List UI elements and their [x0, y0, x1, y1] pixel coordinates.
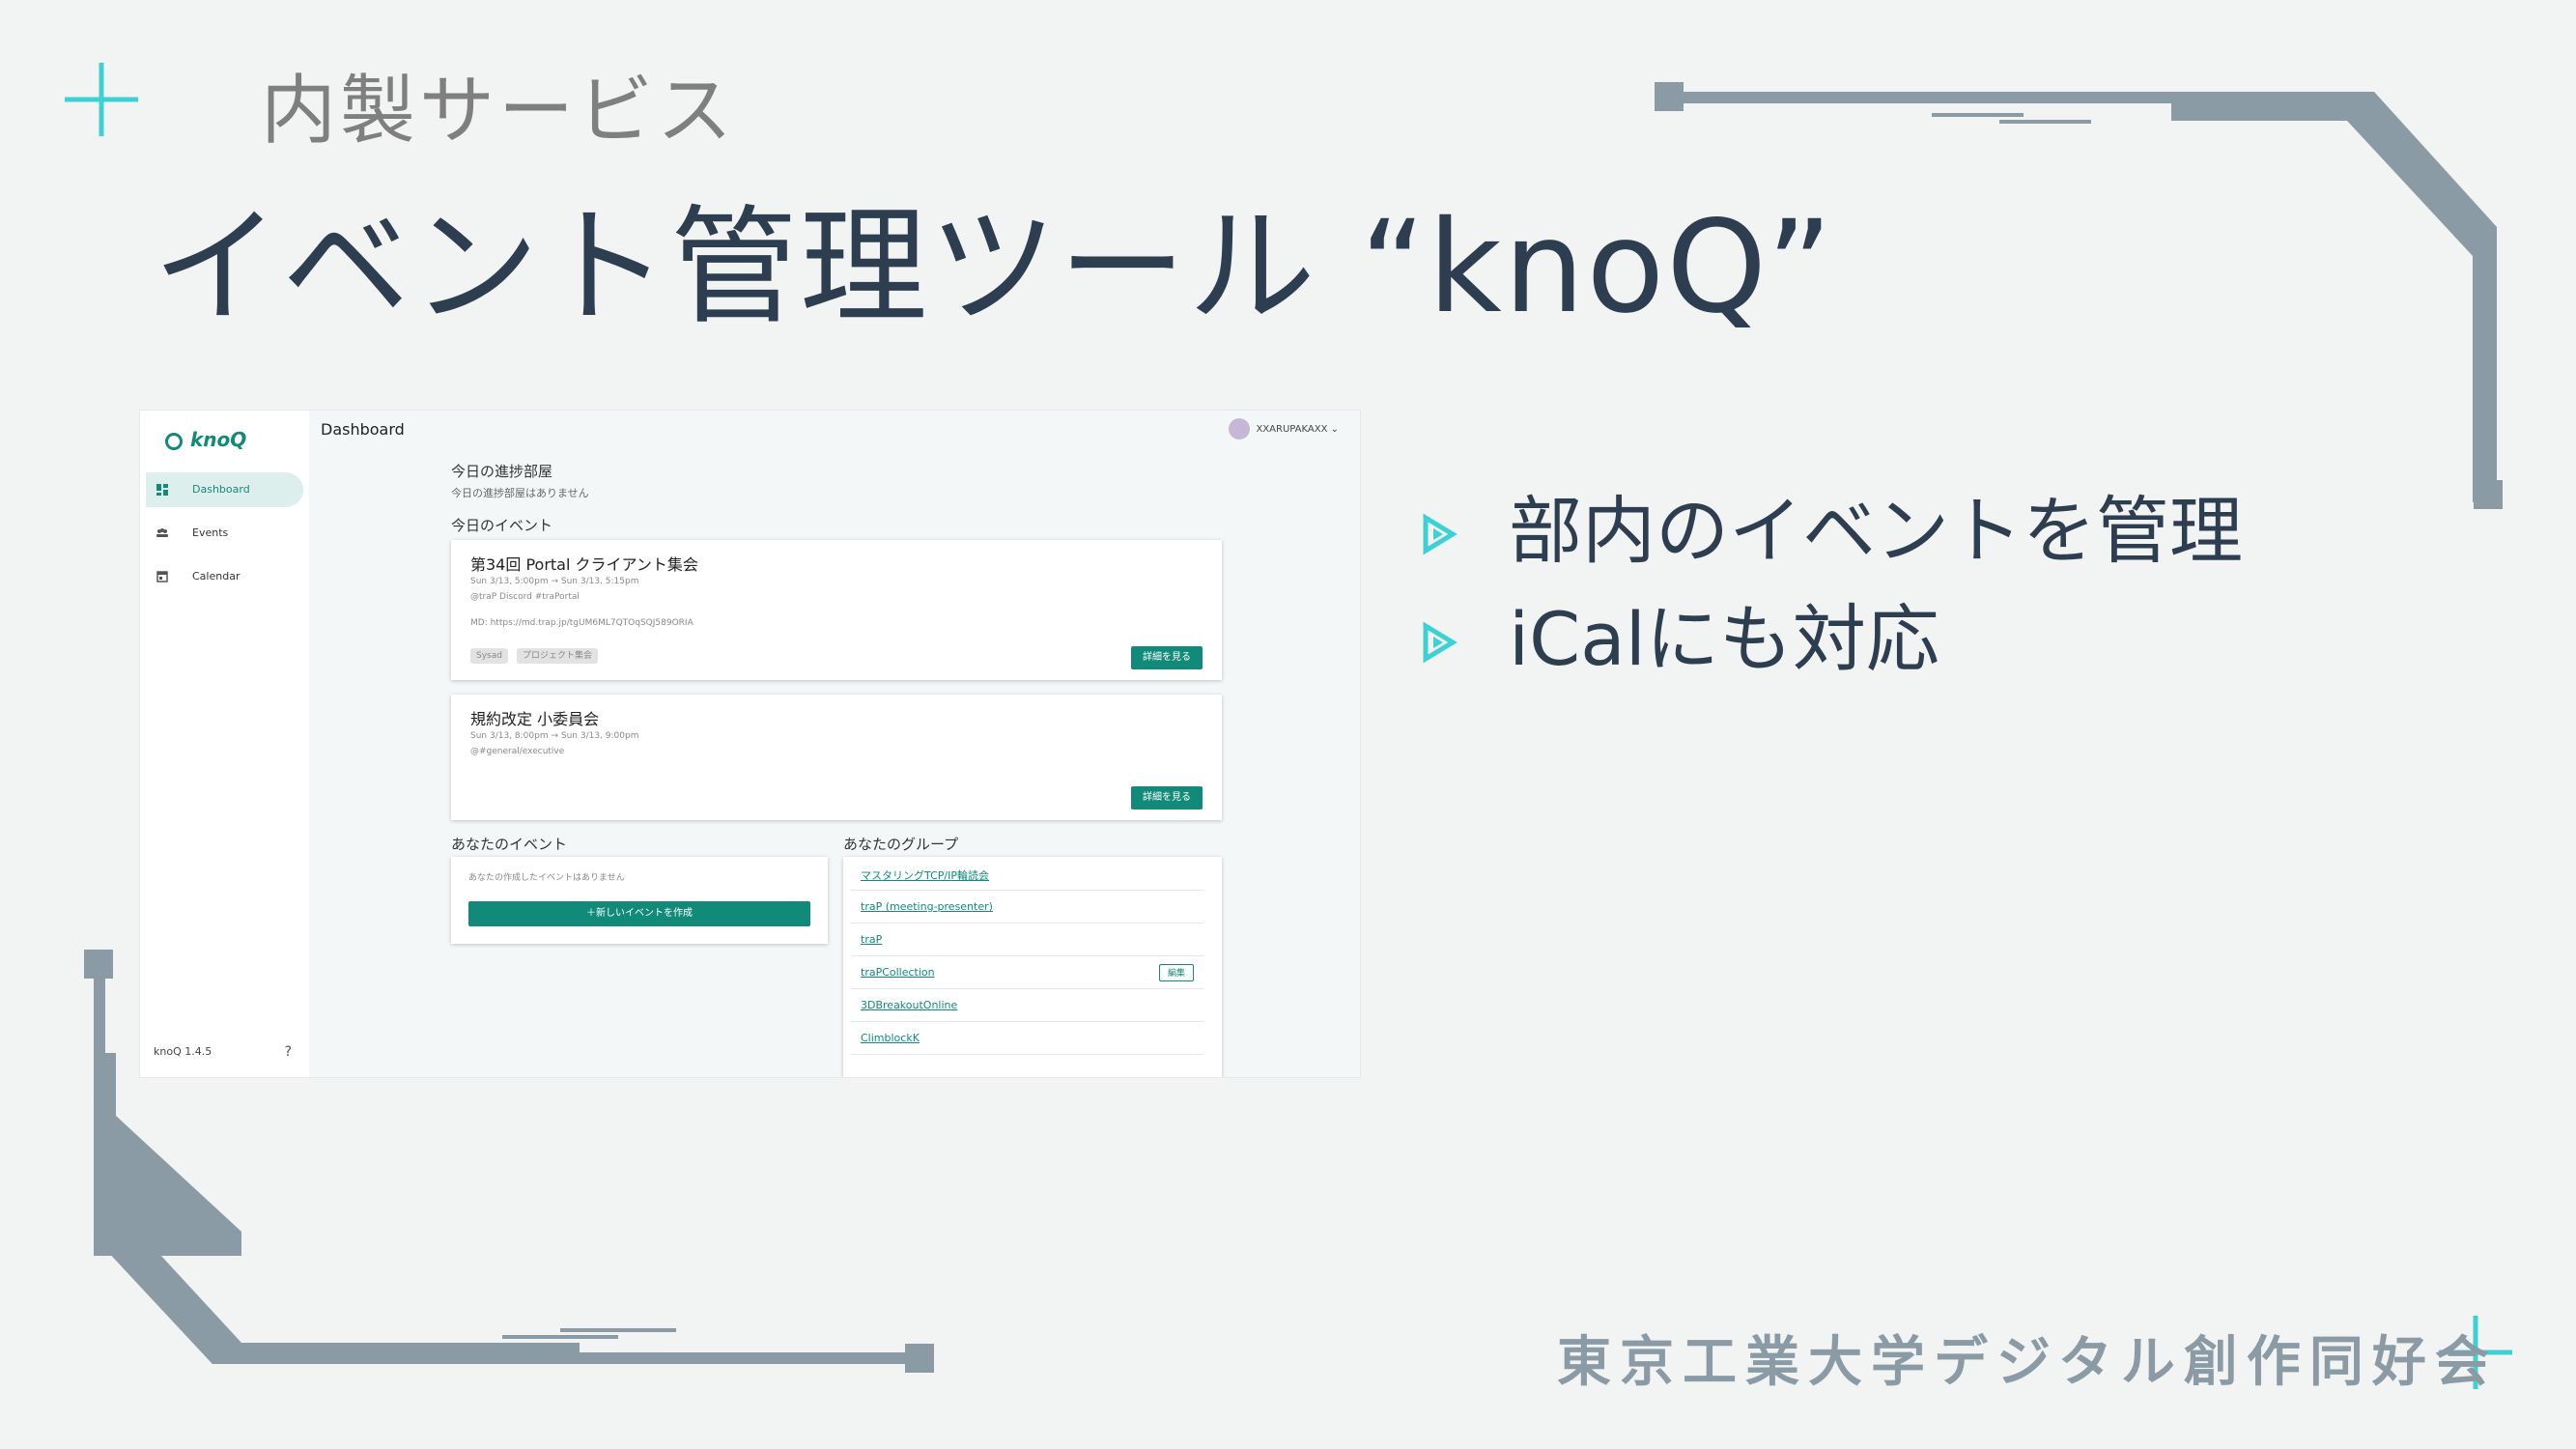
sidebar: knoQ Dashboard Events Calendar knoQ 1.4.… — [140, 411, 309, 1077]
user-name: XXARUPAKAXX — [1256, 424, 1328, 435]
group-link[interactable]: traP (meeting-presenter) — [861, 900, 993, 913]
sidebar-item-calendar[interactable]: Calendar — [146, 559, 303, 594]
user-menu[interactable]: XXARUPAKAXX ⌄ — [1229, 418, 1339, 440]
calendar-icon — [156, 571, 168, 582]
list-item: traP — [851, 923, 1203, 956]
avatar — [1229, 418, 1251, 440]
your-groups-heading: あなたのグループ — [843, 836, 959, 853]
group-link[interactable]: 3DBreakoutOnline — [861, 999, 957, 1011]
chevron-down-icon: ⌄ — [1330, 424, 1339, 435]
group-link[interactable]: traPCollection — [861, 966, 935, 979]
sidebar-item-events[interactable]: Events — [146, 516, 303, 551]
list-item: マスタリングTCP/IP輪読会 — [851, 857, 1203, 891]
group-link[interactable]: traP — [861, 933, 882, 946]
list-item: 3DBreakoutOnline — [851, 988, 1203, 1022]
sidebar-item-label: Dashboard — [192, 483, 250, 496]
your-events-card: あなたの作成したイベントはありません ＋新しいイベントを作成 — [451, 857, 828, 944]
sidebar-item-label: Events — [192, 526, 229, 539]
today-room-empty: 今日の進捗部屋はありません — [451, 487, 589, 499]
group-link[interactable]: ClimblockK — [861, 1032, 920, 1044]
today-room-heading: 今日の進捗部屋 — [451, 463, 553, 480]
dashboard-icon — [156, 484, 168, 496]
event-time: Sun 3/13, 5:00pm → Sun 3/13, 5:15pm — [470, 577, 639, 586]
today-events-heading: 今日のイベント — [451, 517, 553, 534]
app-logo[interactable]: knoQ — [165, 428, 246, 451]
your-events-empty: あなたの作成したイベントはありません — [468, 873, 625, 883]
organization-name: 東京工業大学デジタル創作同好会 — [1557, 1331, 2498, 1394]
app-screenshot: knoQ Dashboard Events Calendar knoQ 1.4.… — [140, 411, 1360, 1077]
edit-group-button[interactable]: 編集 — [1159, 964, 1194, 981]
triangle-arrow-icon — [1423, 513, 1458, 555]
page-title: Dashboard — [321, 420, 405, 439]
event-place: @#general/executive — [470, 747, 565, 756]
your-events-heading: あなたのイベント — [451, 836, 568, 853]
create-event-button[interactable]: ＋新しいイベントを作成 — [468, 901, 810, 926]
group-link[interactable]: マスタリングTCP/IP輪読会 — [861, 867, 989, 883]
event-card[interactable]: 第34回 Portal クライアント集会 Sun 3/13, 5:00pm → … — [451, 540, 1222, 680]
bullet-text: 部内のイベントを管理 — [1509, 488, 2243, 574]
event-tag[interactable]: Sysad — [470, 648, 508, 664]
sidebar-item-dashboard[interactable]: Dashboard — [146, 472, 303, 507]
sidebar-item-label: Calendar — [192, 570, 241, 582]
logo-text: knoQ — [190, 428, 247, 451]
event-title: 規約改定 小委員会 — [470, 710, 600, 728]
view-details-button[interactable]: 詳細を見る — [1131, 786, 1203, 810]
list-item: traP (meeting-presenter) — [851, 890, 1203, 923]
triangle-arrow-icon — [1423, 621, 1458, 664]
people-icon — [156, 528, 168, 537]
list-item: traPCollection 編集 — [851, 955, 1203, 989]
list-item: ClimblockK — [851, 1021, 1203, 1055]
help-button[interactable]: ? — [285, 1044, 292, 1060]
slide-subtitle: 内製サービス — [261, 68, 737, 155]
event-tag[interactable]: プロジェクト集会 — [517, 648, 599, 664]
bullet-text: iCalにも対応 — [1509, 596, 1939, 682]
event-time: Sun 3/13, 8:00pm → Sun 3/13, 9:00pm — [470, 731, 639, 741]
event-place: @traP Discord #traPortal — [470, 592, 580, 602]
app-version: knoQ 1.4.5 — [154, 1045, 212, 1058]
slide-title: イベント管理ツール “knoQ” — [153, 193, 1835, 342]
event-title: 第34回 Portal クライアント集会 — [470, 555, 698, 574]
event-description: MD: https://md.trap.jp/tgUM6ML7QTOqSQJ58… — [470, 618, 694, 628]
event-card[interactable]: 規約改定 小委員会 Sun 3/13, 8:00pm → Sun 3/13, 9… — [451, 695, 1222, 820]
your-groups-card: マスタリングTCP/IP輪読会 traP (meeting-presenter)… — [843, 857, 1222, 1077]
knoq-logo-icon — [165, 432, 183, 450]
view-details-button[interactable]: 詳細を見る — [1131, 646, 1203, 669]
